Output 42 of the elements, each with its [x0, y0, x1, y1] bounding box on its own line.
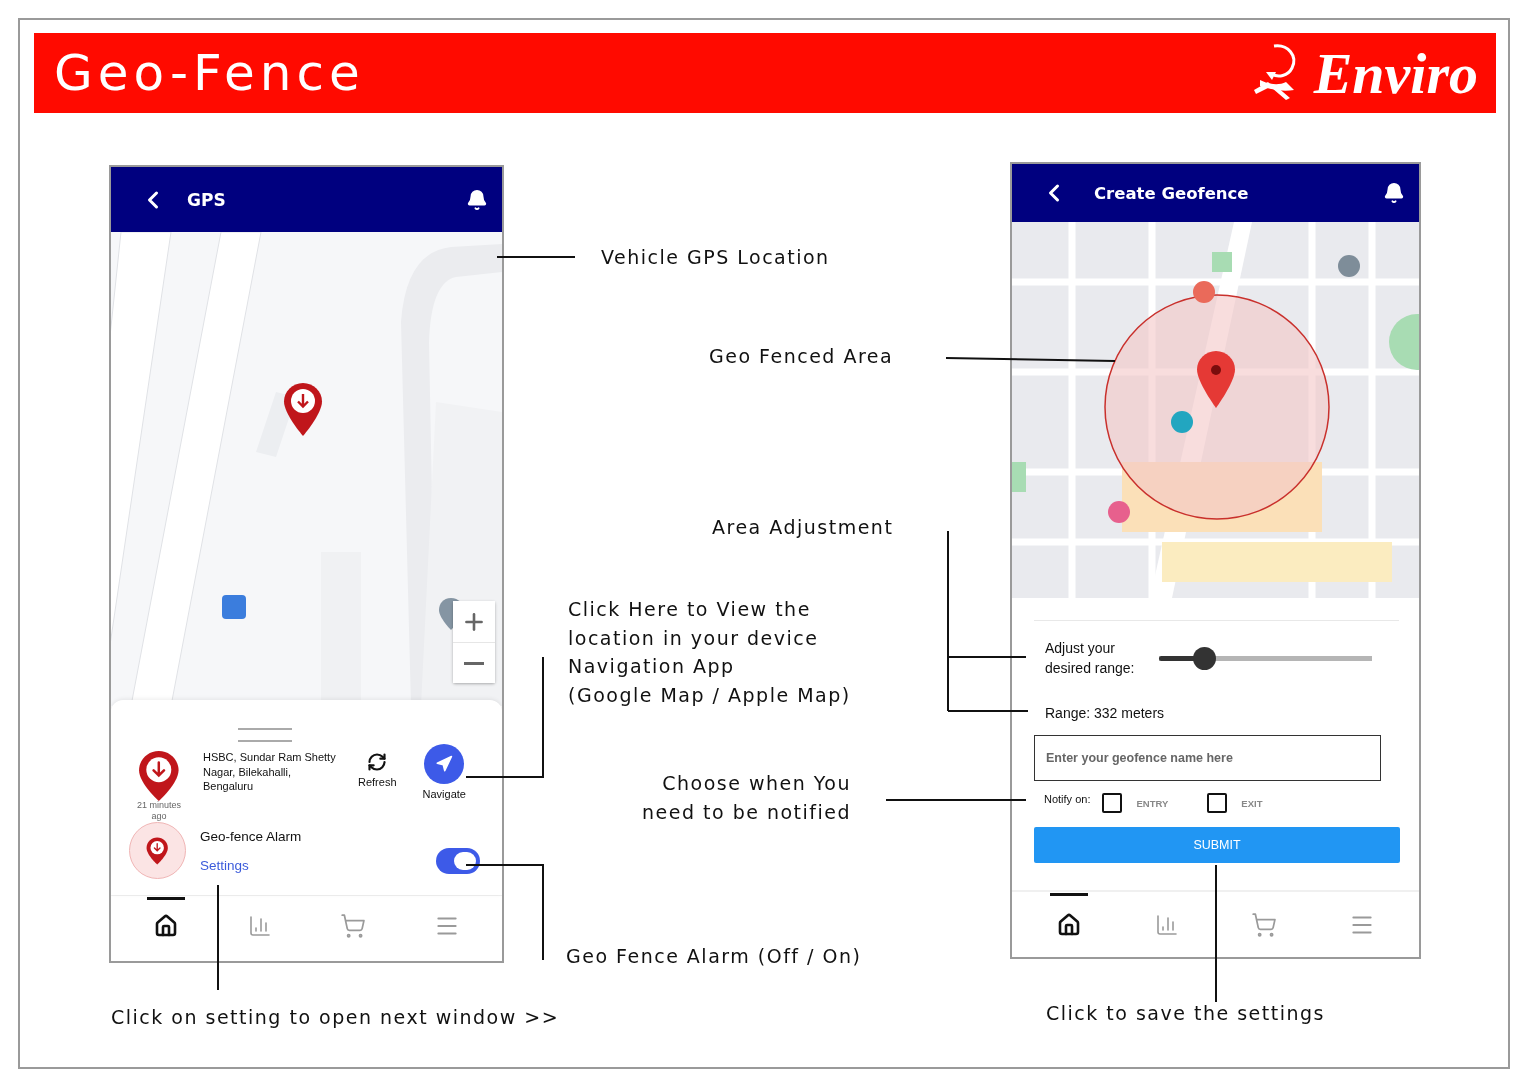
cart-icon	[1251, 911, 1278, 938]
annotation-text: Click on setting to open next window >>	[111, 1005, 560, 1030]
alarm-toggle[interactable]	[436, 847, 480, 874]
location-pin-icon	[138, 750, 180, 802]
screen-title: GPS	[187, 189, 227, 210]
bar-chart-icon	[247, 913, 272, 938]
annotation-text: Click to save the settings	[1046, 1001, 1325, 1026]
bell-icon[interactable]	[1383, 182, 1405, 204]
zoom-out-button[interactable]	[453, 642, 495, 683]
annotation-text: Vehicle GPS Location	[601, 245, 830, 270]
time-ago-text: 21 minutes ago	[136, 800, 182, 822]
settings-link[interactable]: Settings	[200, 857, 436, 873]
screen-title: Create Geofence	[1094, 183, 1250, 203]
minus-icon	[464, 661, 484, 665]
alarm-title: Geo-fence Alarm	[200, 828, 303, 844]
range-label: Adjust your desired range:	[1045, 639, 1136, 678]
logo-text: Enviro	[1313, 39, 1478, 107]
drag-handle[interactable]	[237, 728, 292, 742]
annotation-text: Area Adjustment	[712, 515, 894, 540]
checkbox[interactable]	[1102, 793, 1123, 813]
bar-chart-icon	[1154, 912, 1179, 937]
zoom-in-button[interactable]	[453, 601, 495, 642]
name-input-field[interactable]: Enter your geofence name here	[1034, 735, 1381, 781]
home-icon	[1056, 912, 1081, 937]
annotation-text: Click Here to View the location in your device Navigation App (Google Map / Apple Map)	[568, 597, 851, 708]
range-reading: Range: 332 meters	[1045, 704, 1166, 723]
location-pin-icon	[146, 836, 169, 865]
refresh-button[interactable]: Refresh	[358, 752, 397, 788]
annotation-text: Geo Fenced Area	[709, 344, 894, 369]
checkbox-label: EXIT	[1241, 797, 1263, 809]
annotation-text: Choose when You need to be notified	[642, 771, 852, 825]
page-title: Geo-Fence	[54, 44, 365, 102]
cart-icon	[340, 912, 367, 939]
refresh-icon	[367, 752, 388, 772]
checkbox[interactable]	[1207, 793, 1228, 813]
home-icon	[153, 913, 178, 938]
navigation-arrow-icon	[435, 755, 454, 773]
bell-icon[interactable]	[466, 188, 488, 211]
address-text: HSBC, Sundar Ram Shetty Nagar, Bilekahalli, Bengaluru	[203, 750, 337, 794]
checkbox-label: ENTRY	[1136, 797, 1169, 809]
annotation-text: Geo Fence Alarm (Off / On)	[566, 944, 862, 969]
notify-label: Notify on:	[1044, 793, 1091, 805]
